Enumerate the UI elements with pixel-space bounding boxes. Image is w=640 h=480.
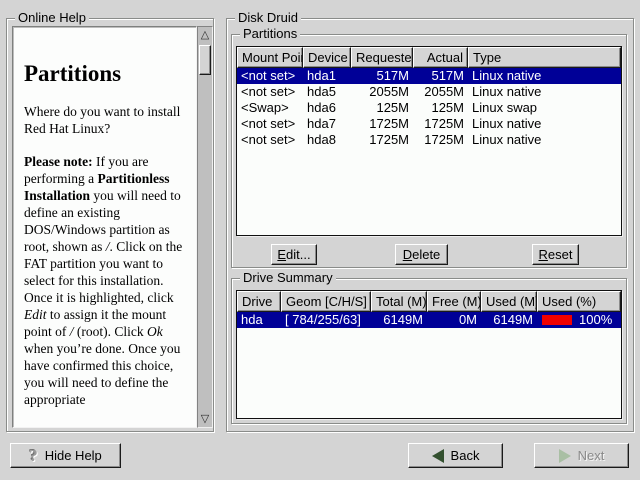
partition-actual: 1725M — [413, 116, 468, 132]
partition-type: Linux native — [468, 68, 621, 84]
back-button[interactable]: Back — [408, 443, 503, 468]
partition-requested: 2055M — [351, 84, 413, 100]
drive-free: 0M — [427, 312, 481, 328]
partition-requested: 517M — [351, 68, 413, 84]
drive-used-pct-cell: 100% — [537, 312, 621, 328]
partition-actual: 2055M — [413, 84, 468, 100]
partition-actual: 125M — [413, 100, 468, 116]
partition-device: hda8 — [303, 132, 351, 148]
partition-actual: 517M — [413, 68, 468, 84]
edit-button[interactable]: Edit... — [271, 244, 317, 265]
column-header-used-m[interactable]: Used (M) — [481, 291, 537, 312]
disk-druid-panel: Disk Druid Partitions Mount Point Device… — [226, 18, 634, 432]
help-note-paragraph: Please note: If you are performing a Par… — [24, 153, 188, 408]
partition-device: hda1 — [303, 68, 351, 84]
partitions-table-header: Mount Point Device Requested Actual Type — [237, 47, 621, 68]
drive-total: 6149M — [371, 312, 427, 328]
edit-button-label: Edit... — [277, 247, 310, 262]
scrollbar-thumb[interactable] — [199, 45, 211, 75]
online-help-frame-label: Online Help — [15, 11, 89, 25]
drive-used-pct: 100% — [579, 312, 612, 327]
partition-type: Linux native — [468, 116, 621, 132]
drive-summary-table-header: Drive Geom [C/H/S] Total (M) Free (M) Us… — [237, 291, 621, 312]
back-arrow-icon — [432, 449, 444, 463]
help-scrollbar[interactable]: △ ▽ — [197, 26, 213, 428]
partition-device: hda7 — [303, 116, 351, 132]
drive-summary-table-body: hda [ 784/255/63] 6149M 0M 6149M 100% — [237, 312, 621, 328]
partition-row[interactable]: <not set> hda1 517M 517M Linux native — [237, 68, 621, 84]
reset-button-label: Reset — [539, 247, 573, 262]
column-header-free[interactable]: Free (M) — [427, 291, 481, 312]
partition-actual: 1725M — [413, 132, 468, 148]
question-mark-icon: ? — [29, 447, 38, 464]
partition-requested: 1725M — [351, 116, 413, 132]
column-header-type[interactable]: Type — [468, 47, 621, 68]
partition-mount-point: <Swap> — [237, 100, 303, 116]
reset-button[interactable]: Reset — [532, 244, 579, 265]
column-header-total[interactable]: Total (M) — [371, 291, 427, 312]
partitions-section: Partitions Mount Point Device Requested … — [231, 34, 627, 268]
column-header-device[interactable]: Device — [303, 47, 351, 68]
partition-mount-point: <not set> — [237, 132, 303, 148]
partition-mount-point: <not set> — [237, 116, 303, 132]
partition-row[interactable]: <not set> hda8 1725M 1725M Linux native — [237, 132, 621, 148]
drive-summary-row[interactable]: hda [ 784/255/63] 6149M 0M 6149M 100% — [237, 312, 621, 328]
partitions-table-body: <not set> hda1 517M 517M Linux native <n… — [237, 68, 621, 148]
drive-geometry: [ 784/255/63] — [281, 312, 371, 328]
disk-druid-frame-label: Disk Druid — [235, 11, 301, 25]
hide-help-button-label: Hide Help — [45, 448, 102, 463]
hide-help-button[interactable]: ? Hide Help — [10, 443, 121, 468]
partitions-table: Mount Point Device Requested Actual Type… — [236, 46, 622, 236]
drive-summary-table: Drive Geom [C/H/S] Total (M) Free (M) Us… — [236, 290, 622, 419]
partition-mount-point: <not set> — [237, 84, 303, 100]
partition-type: Linux swap — [468, 100, 621, 116]
column-header-geom[interactable]: Geom [C/H/S] — [281, 291, 371, 312]
help-text-area: Partitions Where do you want to install … — [12, 26, 197, 428]
drive-summary-section: Drive Summary Drive Geom [C/H/S] Total (… — [231, 278, 627, 424]
next-button-label: Next — [578, 448, 605, 463]
partition-type: Linux native — [468, 132, 621, 148]
partition-row[interactable]: <not set> hda5 2055M 2055M Linux native — [237, 84, 621, 100]
partition-mount-point: <not set> — [237, 68, 303, 84]
partition-row[interactable]: <not set> hda7 1725M 1725M Linux native — [237, 116, 621, 132]
scroll-down-icon[interactable]: ▽ — [198, 412, 212, 426]
used-percent-bar — [542, 315, 572, 325]
column-header-actual[interactable]: Actual — [413, 47, 468, 68]
column-header-used-pct[interactable]: Used (%) — [537, 291, 621, 312]
drive-summary-frame-label: Drive Summary — [240, 271, 336, 285]
help-intro-paragraph: Where do you want to install Red Hat Lin… — [24, 103, 188, 137]
next-button[interactable]: Next — [534, 443, 629, 468]
partitions-frame-label: Partitions — [240, 27, 300, 41]
delete-button[interactable]: Delete — [395, 244, 448, 265]
column-header-drive[interactable]: Drive — [237, 291, 281, 312]
next-arrow-icon — [559, 449, 571, 463]
partition-device: hda5 — [303, 84, 351, 100]
drive-used-m: 6149M — [481, 312, 537, 328]
partition-type: Linux native — [468, 84, 621, 100]
partition-requested: 1725M — [351, 132, 413, 148]
online-help-panel: Online Help Partitions Where do you want… — [6, 18, 214, 432]
back-button-label: Back — [451, 448, 480, 463]
delete-button-label: Delete — [403, 247, 441, 262]
column-header-mount-point[interactable]: Mount Point — [237, 47, 303, 68]
column-header-requested[interactable]: Requested — [351, 47, 413, 68]
partition-row[interactable]: <Swap> hda6 125M 125M Linux swap — [237, 100, 621, 116]
partition-requested: 125M — [351, 100, 413, 116]
drive-name: hda — [237, 312, 281, 328]
help-title: Partitions — [24, 61, 188, 87]
partition-device: hda6 — [303, 100, 351, 116]
scroll-up-icon[interactable]: △ — [198, 28, 212, 42]
